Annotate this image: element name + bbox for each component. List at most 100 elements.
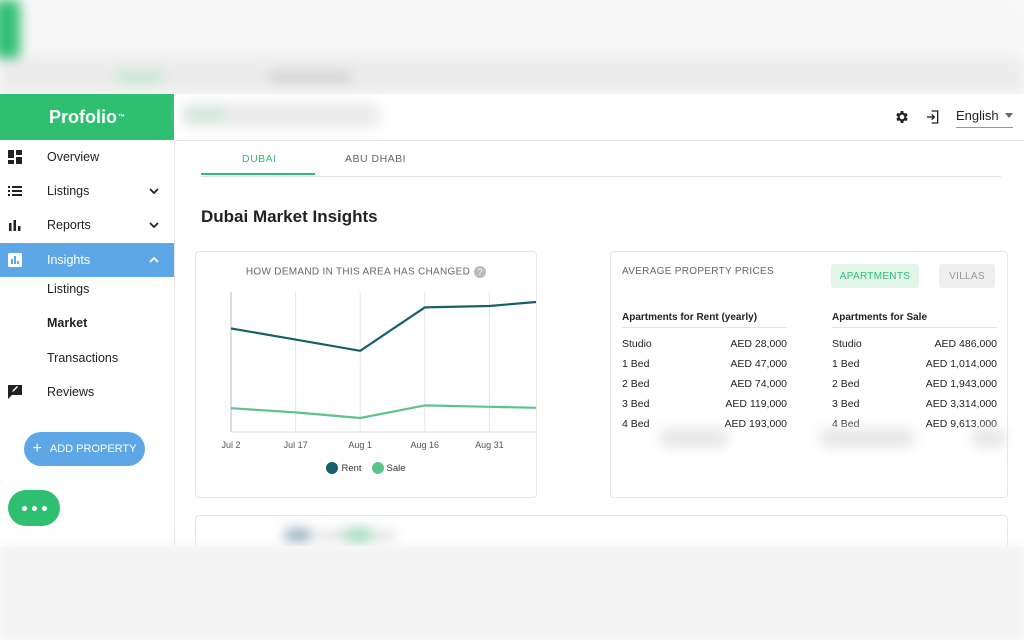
series-line-rent [230,300,536,352]
unit-price: AED 1,014,000 [925,358,997,370]
rent-swatch [326,462,339,474]
blurred-row [971,428,1007,448]
table-row: 2 Bed AED 74,000 [622,374,787,394]
unit-price: AED 1,943,000 [925,378,997,390]
x-tick-label: Jul 2 [221,440,240,450]
chat-more-button[interactable] [8,490,60,526]
chevron-up-icon [149,256,159,263]
chevron-down-icon [1004,113,1013,118]
unit-type: 4 Bed [622,418,650,430]
sidebar-item-label: Insights [47,253,91,267]
unit-price: AED 28,000 [730,338,787,350]
sidebar-subitem-listings[interactable]: Listings [47,282,89,296]
rent-table-heading: Apartments for Rent (yearly) [622,312,787,328]
gear-icon[interactable] [893,108,911,126]
blurred-row [819,428,915,448]
language-label: English [956,108,999,123]
review-icon [8,385,22,399]
table-row: 2 Bed AED 1,943,000 [832,374,997,394]
table-row: 3 Bed AED 3,314,000 [832,394,997,414]
legend-label: Sale [386,462,406,474]
sidebar-item-reviews[interactable]: Reviews [0,375,174,409]
blurred-browser-header [0,0,1024,94]
series-line-sale [230,404,536,420]
brand-name: Profolio [49,106,117,127]
language-select[interactable]: English [956,108,1013,128]
brand-logo[interactable]: Profolio ™ [0,94,174,140]
blurred-footer [0,546,1024,640]
sidebar-subitem-transactions[interactable]: Transactions [47,351,118,365]
logout-icon[interactable] [924,108,942,126]
x-tick-label: Aug 31 [475,440,504,450]
prices-title: AVERAGE PROPERTY PRICES [622,266,774,277]
sale-swatch [371,462,384,474]
sidebar-item-insights[interactable]: Insights [0,243,174,277]
unit-price: AED 486,000 [934,338,997,350]
demand-card: HOW DEMAND IN THIS AREA HAS CHANGED? Jul… [195,251,537,498]
dot-icon [21,505,27,511]
unit-type: 3 Bed [832,398,860,410]
insights-icon [8,253,22,267]
unit-type: Studio [832,338,862,350]
x-tick-label: Aug 16 [411,440,440,450]
plus-icon: + [32,440,42,457]
sidebar-item-label: Overview [47,150,100,164]
unit-price: AED 193,000 [724,418,787,430]
sidebar-subitem-market[interactable]: Market [47,316,87,330]
demand-chart-title: HOW DEMAND IN THIS AREA HAS CHANGED? [196,266,536,278]
apartments-toggle[interactable]: APARTMENTS [831,264,919,288]
unit-price: AED 3,314,000 [925,398,997,410]
add-property-label: ADD PROPERTY [49,443,137,455]
unit-price: AED 74,000 [730,378,787,390]
sidebar: Overview Listings Reports Insights Listi… [0,140,175,546]
legend-label: Rent [341,462,362,474]
sidebar-item-label: Reviews [47,385,95,399]
unit-price: AED 47,000 [730,358,787,370]
unit-price: AED 119,000 [725,398,787,410]
app-window: Profolio ™ English Overview Listings Repo… [0,94,1024,546]
add-property-button[interactable]: + ADD PROPERTY [24,432,145,466]
sidebar-item-overview[interactable]: Overview [0,140,174,174]
table-row: 3 Bed AED 119,000 [622,394,787,414]
city-tabs: DUBAI ABU DHABI [201,141,1001,177]
table-row: 1 Bed AED 1,014,000 [832,354,997,374]
chevron-down-icon [149,222,159,229]
tab-abu-dhabi[interactable]: ABU DHABI [345,153,406,165]
table-row: Studio AED 28,000 [622,334,787,354]
unit-type: 1 Bed [832,358,860,370]
bar-chart-icon [9,220,21,231]
dot-icon [41,505,47,511]
page-title: Dubai Market Insights [201,207,378,226]
help-icon[interactable]: ? [474,266,487,278]
sidebar-item-label: Listings [47,184,90,198]
top-bar: English [174,94,1024,141]
blurred-bottom-card [195,515,1008,546]
unit-type: 2 Bed [622,378,650,390]
unit-type: 3 Bed [622,398,650,410]
demand-title-text: HOW DEMAND IN THIS AREA HAS CHANGED [245,266,471,278]
unit-type: 2 Bed [832,378,860,390]
dot-icon [31,505,37,511]
trademark: ™ [118,113,125,121]
sale-price-table: Apartments for Sale Studio AED 486,000 1 … [832,312,997,434]
main-content: DUBAI ABU DHABI Dubai Market Insights HO… [175,141,1024,546]
demand-line-chart: Jul 2Jul 17Aug 1Aug 16Aug 31Sep 15 [221,292,536,450]
active-tab-indicator [201,173,315,175]
legend-item-sale[interactable]: Sale [371,462,406,474]
unit-type: 1 Bed [622,358,650,370]
sidebar-item-reports[interactable]: Reports [0,208,174,242]
blurred-row [659,428,729,448]
sidebar-item-label: Reports [47,218,91,232]
sale-table-heading: Apartments for Sale [832,312,997,328]
dashboard-icon [8,150,22,164]
chevron-down-icon [149,188,159,195]
tab-dubai[interactable]: DUBAI [242,153,277,165]
sidebar-item-listings[interactable]: Listings [0,174,174,208]
table-row: Studio AED 486,000 [832,334,997,354]
villas-toggle[interactable]: VILLAS [939,264,995,288]
chart-legend: Rent Sale [196,462,536,474]
x-tick-label: Jul 17 [284,440,308,450]
unit-type: Studio [622,338,652,350]
rent-price-table: Apartments for Rent (yearly) Studio AED 2… [622,312,787,434]
legend-item-rent[interactable]: Rent [326,462,362,474]
